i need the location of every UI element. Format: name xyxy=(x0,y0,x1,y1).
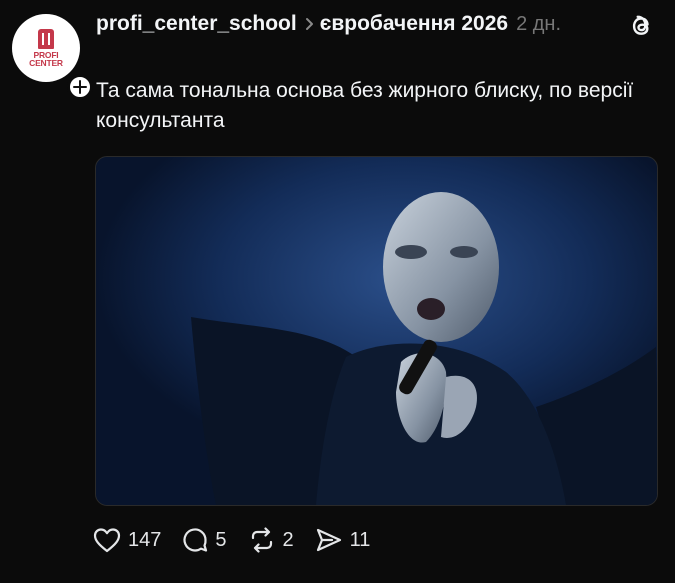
post-timestamp[interactable]: 2 дн. xyxy=(516,13,561,35)
threads-logo-icon[interactable] xyxy=(627,12,655,40)
repost-icon xyxy=(251,527,272,553)
comment-count: 5 xyxy=(215,528,227,551)
plus-icon xyxy=(73,80,87,94)
logo-line-2: CENTER xyxy=(29,58,63,68)
share-button[interactable]: 11 xyxy=(314,526,371,554)
performer-photo xyxy=(96,157,657,505)
comment-icon xyxy=(183,528,208,552)
repost-button[interactable]: 2 xyxy=(247,526,294,554)
avatar-container[interactable]: PROFI CENTER xyxy=(12,14,93,100)
repost-count: 2 xyxy=(282,528,294,551)
post-header: profi_center_school євробачення 2026 2 дн. xyxy=(96,10,626,38)
follow-button[interactable] xyxy=(67,74,93,100)
share-count: 11 xyxy=(349,528,371,551)
heart-icon xyxy=(93,528,121,553)
like-count: 147 xyxy=(128,528,162,551)
topic-link[interactable]: євробачення 2026 xyxy=(320,12,508,35)
chevron-right-icon xyxy=(305,18,313,31)
avatar[interactable]: PROFI CENTER xyxy=(12,14,80,82)
comment-button[interactable]: 5 xyxy=(181,526,227,554)
post-text: Та сама тональна основа без жирного блис… xyxy=(96,79,634,132)
like-button[interactable]: 147 xyxy=(92,526,161,554)
post-actions: 147 5 2 11 xyxy=(92,524,390,556)
profi-center-logo-icon xyxy=(38,29,54,49)
post-image[interactable] xyxy=(95,156,658,506)
username-link[interactable]: profi_center_school xyxy=(96,12,297,35)
share-icon xyxy=(316,528,341,552)
